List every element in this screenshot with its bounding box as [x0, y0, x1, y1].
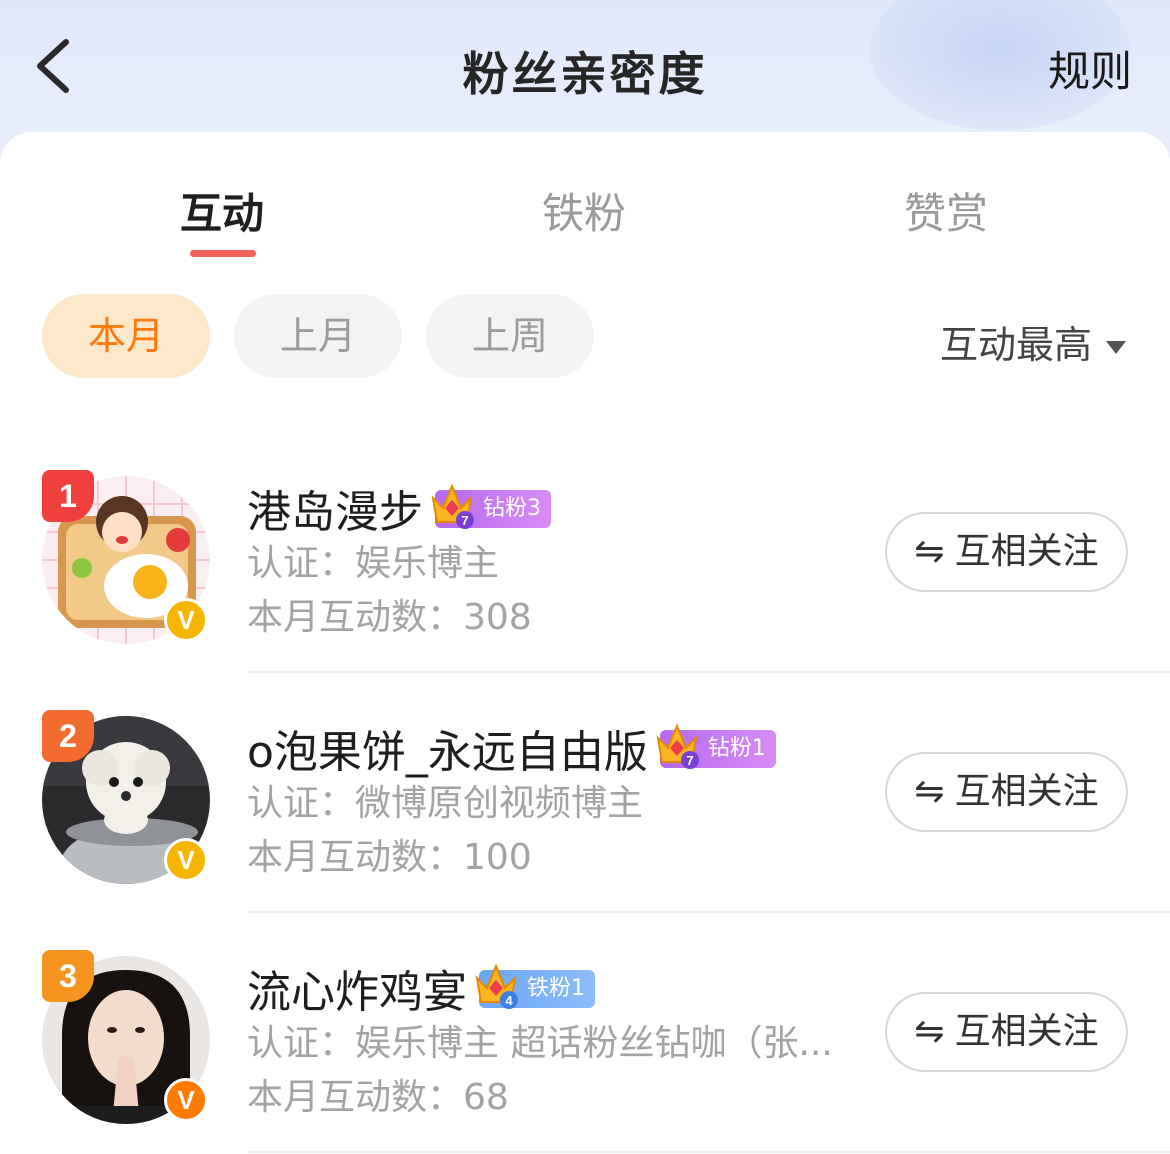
fan-row[interactable]: 3 V 流心炸鸡宴 4 铁粉1 认证：娱乐博主 超话粉丝钻咖（张... 本月互动… [0, 950, 1170, 1154]
row-divider [247, 671, 1170, 673]
caret-down-icon [1106, 341, 1126, 354]
svg-text:7: 7 [461, 513, 468, 528]
rules-link[interactable]: 规则 [1048, 38, 1132, 99]
rank-badge: 1 [42, 470, 94, 522]
rank-badge: 2 [42, 710, 94, 762]
content-card: 互动 铁粉 赞赏 本月 上月 上周 互动最高 1 V 港岛漫步 7 钻粉3 认证… [0, 132, 1170, 1154]
filter-this-month[interactable]: 本月 [42, 294, 210, 378]
fan-badge-label: 铁粉1 [527, 976, 585, 1001]
fan-name[interactable]: 港岛漫步 7 钻粉3 [247, 476, 551, 540]
active-tab-indicator [190, 250, 256, 257]
page-title: 粉丝亲密度 [462, 47, 708, 101]
swap-arrows-icon: ⇋ [914, 531, 945, 572]
follow-label: 互相关注 [954, 1011, 1099, 1052]
fan-row[interactable]: 2 V o泡果饼_永远自由版 7 钻粉1 认证：微博原创视频博主 本月互动数：1… [0, 710, 1170, 950]
filter-last-month[interactable]: 上月 [234, 294, 402, 378]
svg-text:4: 4 [505, 993, 513, 1008]
tab-rewards[interactable]: 赞赏 [866, 180, 1026, 241]
mutual-follow-button[interactable]: ⇋ 互相关注 [885, 752, 1128, 832]
sort-label: 互动最高 [939, 323, 1092, 367]
fan-name-text: 流心炸鸡宴 [247, 967, 467, 1018]
fan-level-badge: 4 铁粉1 [475, 963, 595, 1009]
crown-icon: 7 [431, 483, 474, 529]
tab-iron-fans[interactable]: 铁粉 [504, 180, 664, 241]
fan-level-badge: 7 钻粉1 [656, 723, 776, 769]
crown-icon: 7 [656, 723, 699, 769]
verified-v-icon: V [164, 838, 208, 882]
certification-text: 认证：娱乐博主 超话粉丝钻咖（张... [247, 1023, 833, 1064]
verified-v-icon: V [164, 598, 208, 642]
swap-arrows-icon: ⇋ [914, 771, 945, 812]
certification-text: 认证：微博原创视频博主 [247, 783, 644, 824]
fan-name-text: 港岛漫步 [247, 487, 423, 538]
fan-badge-label: 钻粉1 [707, 736, 766, 761]
sort-dropdown[interactable]: 互动最高 [940, 314, 1126, 369]
svg-text:7: 7 [686, 753, 693, 768]
fan-name-text: o泡果饼_永远自由版 [247, 727, 648, 778]
interaction-count: 本月互动数：308 [247, 597, 532, 638]
interaction-count: 本月互动数：68 [247, 1077, 509, 1118]
mutual-follow-button[interactable]: ⇋ 互相关注 [885, 992, 1128, 1072]
mutual-follow-button[interactable]: ⇋ 互相关注 [885, 512, 1128, 592]
row-divider [247, 1151, 1170, 1153]
fan-row[interactable]: 1 V 港岛漫步 7 钻粉3 认证：娱乐博主 本月互动数：308 ⇋ 互相关注 [0, 470, 1170, 710]
filter-last-week[interactable]: 上周 [426, 294, 594, 378]
follow-label: 互相关注 [954, 531, 1099, 572]
fan-name[interactable]: o泡果饼_永远自由版 7 钻粉1 [247, 716, 776, 780]
fan-level-badge: 7 钻粉3 [431, 483, 551, 529]
swap-arrows-icon: ⇋ [914, 1011, 945, 1052]
rank-badge: 3 [42, 950, 94, 1002]
certification-text: 认证：娱乐博主 [247, 543, 500, 584]
interaction-count: 本月互动数：100 [247, 837, 532, 878]
tab-interaction[interactable]: 互动 [142, 180, 302, 241]
crown-icon: 4 [475, 963, 518, 1009]
fan-name[interactable]: 流心炸鸡宴 4 铁粉1 [247, 956, 595, 1020]
follow-label: 互相关注 [954, 771, 1099, 812]
verified-v-icon: V [164, 1078, 208, 1122]
row-divider [247, 911, 1170, 913]
fan-badge-label: 钻粉3 [483, 496, 541, 521]
